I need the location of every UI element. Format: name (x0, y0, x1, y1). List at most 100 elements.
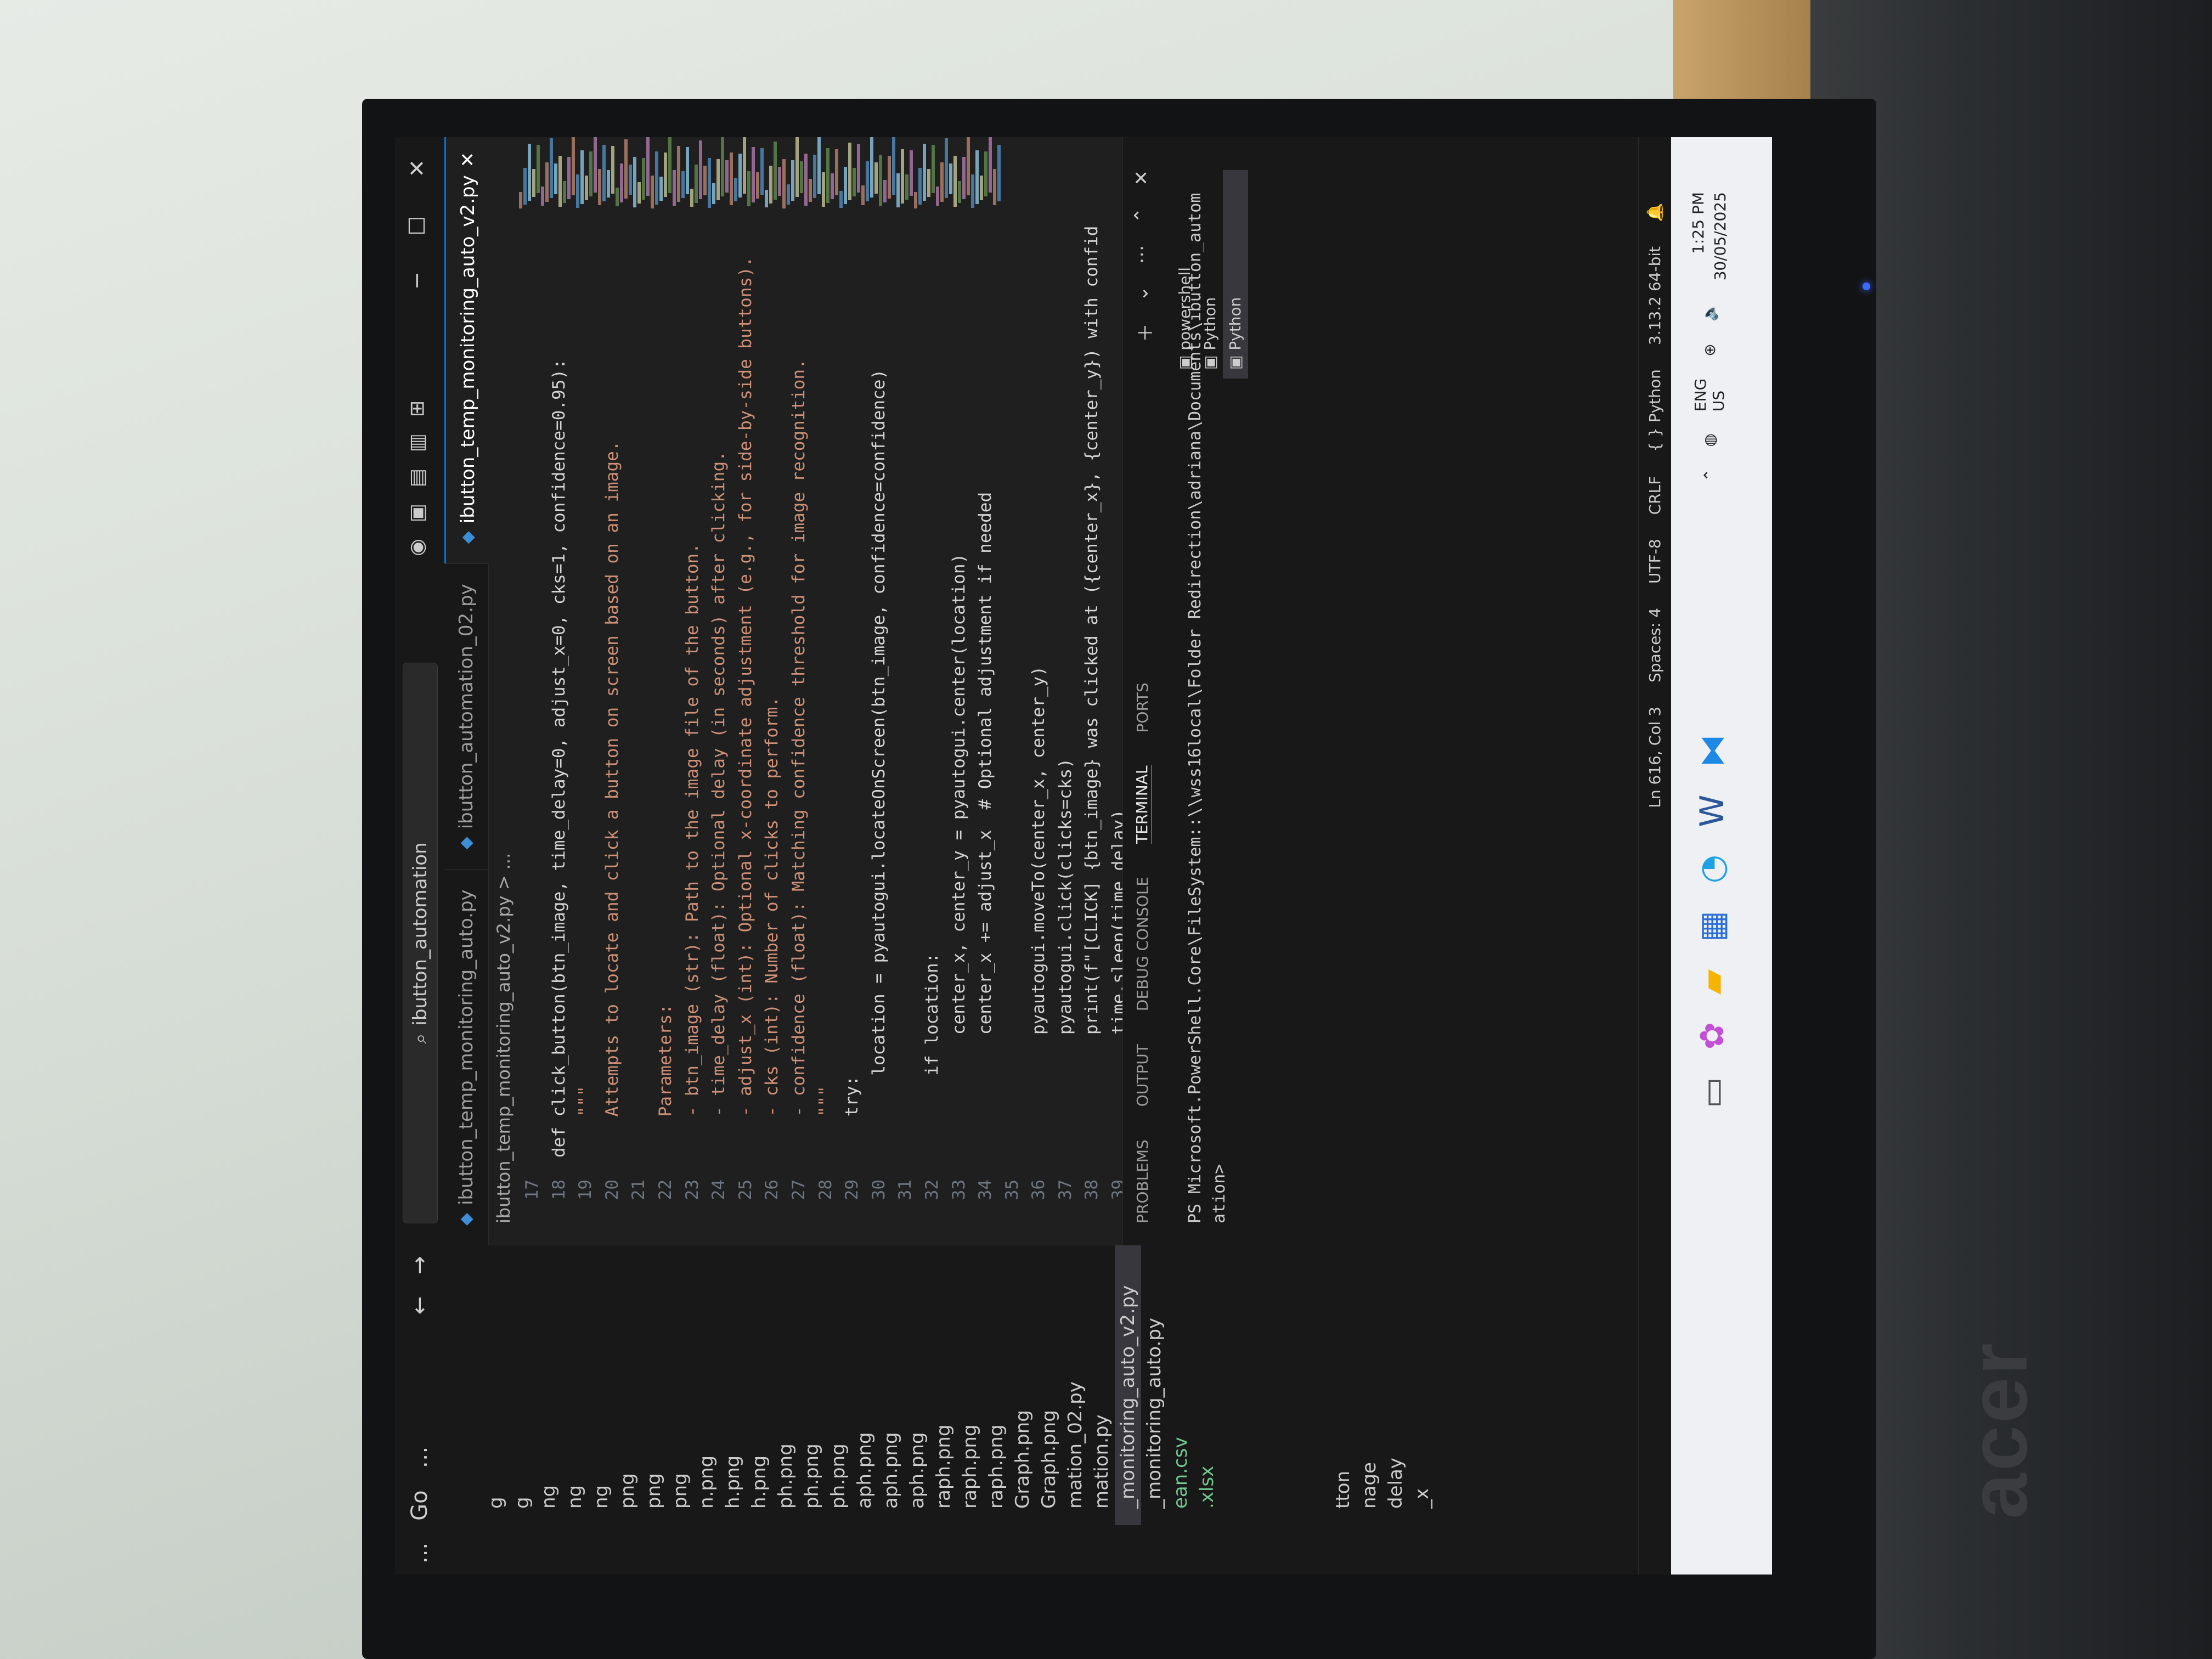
minimap-line (800, 161, 803, 193)
tab-problems[interactable]: PROBLEMS (1133, 1139, 1152, 1223)
file-item[interactable]: ph.png (825, 1245, 851, 1525)
command-center-search[interactable]: ⌕ ibutton_automation (403, 663, 438, 1223)
notifications-icon[interactable]: 🔔 (1646, 203, 1664, 222)
file-item[interactable]: mation_02.py (1062, 1245, 1088, 1525)
file-item[interactable]: ng (535, 1245, 562, 1525)
menu-more-2[interactable]: … (407, 1435, 432, 1479)
file-item[interactable]: Graph.png (1009, 1245, 1036, 1525)
chevron-down-icon[interactable]: ⌄ (1131, 286, 1158, 302)
file-explorer-icon[interactable]: ▰ (1693, 969, 1731, 995)
minimize-icon[interactable]: ─ (405, 274, 430, 287)
layout-toggle-secondary-icon[interactable]: ▥ (406, 433, 428, 452)
layout-toggle-sidebar-icon[interactable]: ▣ (406, 504, 428, 522)
layout-toggle-panel-icon[interactable]: ▤ (406, 469, 428, 487)
more-icon[interactable]: ⋯ (1131, 245, 1158, 264)
file-item[interactable]: h.png (720, 1245, 746, 1525)
file-item[interactable]: n.png (693, 1245, 720, 1525)
tab-output[interactable]: OUTPUT (1133, 1044, 1152, 1107)
file-item-active[interactable]: _monitoring_auto_v2.py (1115, 1245, 1141, 1525)
code-text: try: (842, 1075, 862, 1158)
file-item[interactable]: _monitoring_auto.py (1141, 1245, 1167, 1525)
outline-item[interactable]: tton (1330, 1245, 1356, 1525)
file-item[interactable]: ng (588, 1245, 614, 1525)
tab-ibutton-temp-monitoring-auto[interactable]: ◆ ibutton_temp_monitoring_auto.py (444, 869, 488, 1245)
file-item[interactable]: h.png (746, 1245, 772, 1525)
file-item[interactable]: raph.png (983, 1245, 1009, 1525)
line-number: 31 (895, 1180, 916, 1200)
outline-item[interactable]: _x (1409, 1245, 1435, 1525)
line-number: 20 (602, 1180, 622, 1200)
code-text: - adjust_x (int): Optional x-coordinate … (735, 256, 755, 1158)
code-line: 33 center_x, center_y = pyautogui.center… (946, 214, 973, 1245)
clock[interactable]: 1:25 PM 30/05/2025 (1688, 192, 1731, 280)
close-icon[interactable]: ✕ (405, 159, 430, 178)
file-item[interactable]: ean.csv (1167, 1245, 1194, 1525)
file-item[interactable]: Graph.png (1036, 1245, 1062, 1525)
file-item[interactable]: g (509, 1245, 535, 1525)
encoding[interactable]: UTF-8 (1646, 539, 1664, 584)
network-icon[interactable]: ◍ (1701, 433, 1719, 447)
file-item[interactable]: ng (562, 1245, 588, 1525)
file-item[interactable]: mation.py (1088, 1245, 1115, 1525)
customize-layout-icon[interactable]: ⊞ (406, 400, 428, 417)
copilot-app-icon[interactable]: ✿ (1693, 1022, 1731, 1049)
minimap[interactable] (519, 137, 1013, 214)
nav-forward-button[interactable]: → (407, 1245, 432, 1285)
code-text: """ (575, 1086, 596, 1158)
file-item[interactable]: raph.png (957, 1245, 983, 1525)
tab-ibutton-temp-monitoring-auto-v2[interactable]: ◆ ibutton_temp_monitoring_auto_v2.py ✕ (444, 137, 490, 564)
word-icon[interactable]: W (1693, 794, 1731, 827)
file-item[interactable]: png (614, 1245, 641, 1525)
outline-item[interactable]: nage (1356, 1245, 1383, 1525)
file-item[interactable]: .xlsx (1194, 1245, 1220, 1525)
close-panel-icon[interactable]: ✕ (1131, 170, 1158, 186)
terminal-item[interactable]: ▣ powershell (1172, 170, 1198, 379)
terminal-icon: ▣ (1176, 350, 1194, 370)
code-line: 32 if location: (919, 214, 946, 1245)
python-interpreter[interactable]: 3.13.2 64-bit (1646, 246, 1664, 345)
file-item[interactable]: aph.png (904, 1245, 930, 1525)
outline-item[interactable]: delay (1383, 1245, 1409, 1525)
terminal-item-active[interactable]: ▣ Python (1223, 170, 1248, 379)
indentation[interactable]: Spaces: 4 (1646, 608, 1664, 682)
copilot-icon[interactable]: ◉ (406, 539, 428, 556)
code-editor[interactable]: 17 18 def click_button(btn_image, time_del… (519, 214, 1448, 1245)
language-indicator[interactable]: ENG US (1691, 379, 1728, 411)
globe-icon[interactable]: ⊕ (1701, 343, 1719, 356)
tab-terminal[interactable]: TERMINAL (1132, 765, 1152, 844)
file-item[interactable]: ph.png (772, 1245, 799, 1525)
code-line: 28 """ (812, 214, 839, 1245)
menu-more[interactable]: ... (407, 1532, 432, 1575)
tab-debug-console[interactable]: DEBUG CONSOLE (1133, 877, 1152, 1011)
maximize-icon[interactable]: ☐ (405, 216, 430, 236)
file-item[interactable]: g (483, 1245, 509, 1525)
task-view-icon[interactable]: ▭ (1693, 1077, 1731, 1108)
close-tab-icon[interactable]: ✕ (446, 152, 490, 168)
volume-icon[interactable]: 🔈 (1701, 302, 1719, 321)
cursor-position[interactable]: Ln 616, Col 3 (1646, 707, 1664, 808)
chevron-up-icon[interactable]: ⌃ (1131, 208, 1158, 224)
new-terminal-icon[interactable]: ＋ (1131, 324, 1158, 342)
menu-go[interactable]: Go (407, 1479, 432, 1531)
minimap-line (598, 169, 601, 205)
file-item[interactable]: png (667, 1245, 693, 1525)
line-ending[interactable]: CRLF (1646, 476, 1664, 515)
file-item[interactable]: png (641, 1245, 667, 1525)
edge-icon[interactable]: ◔ (1693, 855, 1731, 883)
file-item[interactable]: aph.png (878, 1245, 904, 1525)
chevron-up-icon[interactable]: ⌃ (1701, 469, 1719, 482)
breadcrumb[interactable]: ibutton_temp_monitoring_auto_v2.py > ... (488, 853, 519, 1245)
file-item[interactable]: raph.png (930, 1245, 957, 1525)
system-tray: ⌃ ◍ ENG US ⊕ 🔈 1:25 PM 30/05/2025 (1688, 192, 1731, 482)
file-item[interactable]: ph.png (799, 1245, 825, 1525)
vscode-icon[interactable]: ⧓ (1693, 734, 1731, 767)
tab-ports[interactable]: PORTS (1133, 682, 1152, 732)
nav-back-button[interactable]: ← (407, 1285, 432, 1326)
status-bar: Ln 616, Col 3 Spaces: 4 UTF-8 CRLF { } P… (1638, 137, 1671, 1575)
language-mode[interactable]: { } Python (1646, 369, 1664, 452)
file-item[interactable]: aph.png (851, 1245, 878, 1525)
terminal-item[interactable]: ▣ Python (1198, 170, 1223, 379)
tab-ibutton-automation-02[interactable]: ◆ ibutton_automation_02.py (444, 563, 488, 870)
store-icon[interactable]: ▦ (1693, 911, 1731, 942)
